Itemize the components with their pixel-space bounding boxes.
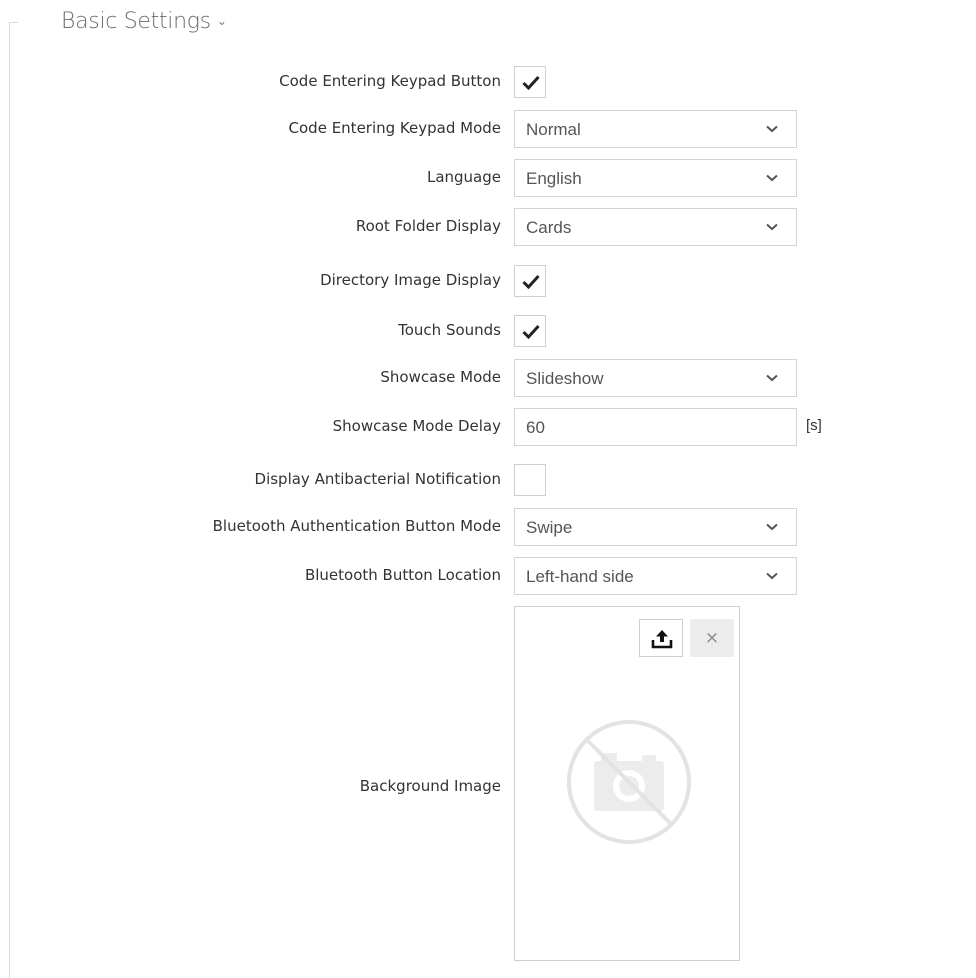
row-language: Language English: [0, 159, 976, 197]
section-title-text: Basic Settings: [61, 9, 211, 34]
row-code-entering-keypad-mode: Code Entering Keypad Mode Normal: [0, 110, 976, 148]
row-showcase-mode-delay: Showcase Mode Delay 60 [s]: [0, 408, 976, 446]
chevron-down-icon: [766, 223, 778, 231]
upload-icon: [651, 630, 673, 649]
row-display-antibacterial-notification: Display Antibacterial Notification: [0, 461, 976, 497]
unit-label: [s]: [806, 417, 822, 434]
language-select[interactable]: English: [514, 159, 797, 197]
field-label: Code Entering Keypad Mode: [288, 119, 501, 137]
code-entering-keypad-button-checkbox[interactable]: [514, 66, 546, 98]
select-value: Swipe: [526, 518, 573, 537]
code-entering-keypad-mode-select[interactable]: Normal: [514, 110, 797, 148]
chevron-down-icon: [766, 374, 778, 382]
field-label: Code Entering Keypad Button: [279, 72, 501, 90]
directory-image-display-checkbox[interactable]: [514, 265, 546, 297]
background-image-box: ×: [514, 606, 740, 961]
select-value: Left-hand side: [526, 567, 634, 586]
section-border-tick: [9, 22, 18, 23]
chevron-down-icon: [766, 572, 778, 580]
row-showcase-mode: Showcase Mode Slideshow: [0, 359, 976, 397]
chevron-down-icon: [766, 125, 778, 133]
field-label-background-image: Background Image: [359, 777, 501, 795]
display-antibacterial-notification-checkbox[interactable]: [514, 464, 546, 496]
select-value: English: [526, 169, 582, 188]
select-value: Cards: [526, 218, 572, 237]
row-directory-image-display: Directory Image Display: [0, 262, 976, 298]
field-label: Language: [426, 168, 501, 186]
row-code-entering-keypad-button: Code Entering Keypad Button: [0, 63, 976, 99]
field-label: Directory Image Display: [320, 271, 501, 289]
bluetooth-button-location-select[interactable]: Left-hand side: [514, 557, 797, 595]
clear-image-button[interactable]: ×: [690, 619, 734, 657]
field-label: Bluetooth Authentication Button Mode: [212, 517, 501, 535]
chevron-down-icon: [766, 174, 778, 182]
touch-sounds-checkbox[interactable]: [514, 315, 546, 347]
select-value: Slideshow: [526, 369, 604, 388]
row-root-folder-display: Root Folder Display Cards: [0, 208, 976, 246]
row-touch-sounds: Touch Sounds: [0, 312, 976, 348]
section-title-basic-settings[interactable]: Basic Settings ⌄: [61, 9, 227, 34]
no-photo-icon: [567, 720, 691, 844]
upload-button[interactable]: [639, 619, 683, 657]
field-label: Showcase Mode Delay: [332, 417, 501, 435]
field-label: Showcase Mode: [380, 368, 501, 386]
field-label: Display Antibacterial Notification: [254, 470, 501, 488]
chevron-down-icon: [766, 523, 778, 531]
checkmark-icon: [522, 324, 540, 339]
field-label: Touch Sounds: [398, 321, 501, 339]
select-value: Normal: [526, 120, 581, 139]
bluetooth-authentication-button-mode-select[interactable]: Swipe: [514, 508, 797, 546]
root-folder-display-select[interactable]: Cards: [514, 208, 797, 246]
showcase-mode-delay-input[interactable]: 60: [514, 408, 797, 446]
showcase-mode-select[interactable]: Slideshow: [514, 359, 797, 397]
chevron-down-icon: ⌄: [216, 14, 227, 28]
row-bluetooth-authentication-button-mode: Bluetooth Authentication Button Mode Swi…: [0, 508, 976, 546]
row-bluetooth-button-location: Bluetooth Button Location Left-hand side: [0, 557, 976, 595]
input-value: 60: [526, 418, 545, 437]
field-label: Root Folder Display: [355, 217, 501, 235]
checkmark-icon: [522, 75, 540, 90]
field-label: Bluetooth Button Location: [304, 566, 501, 584]
checkmark-icon: [522, 274, 540, 289]
